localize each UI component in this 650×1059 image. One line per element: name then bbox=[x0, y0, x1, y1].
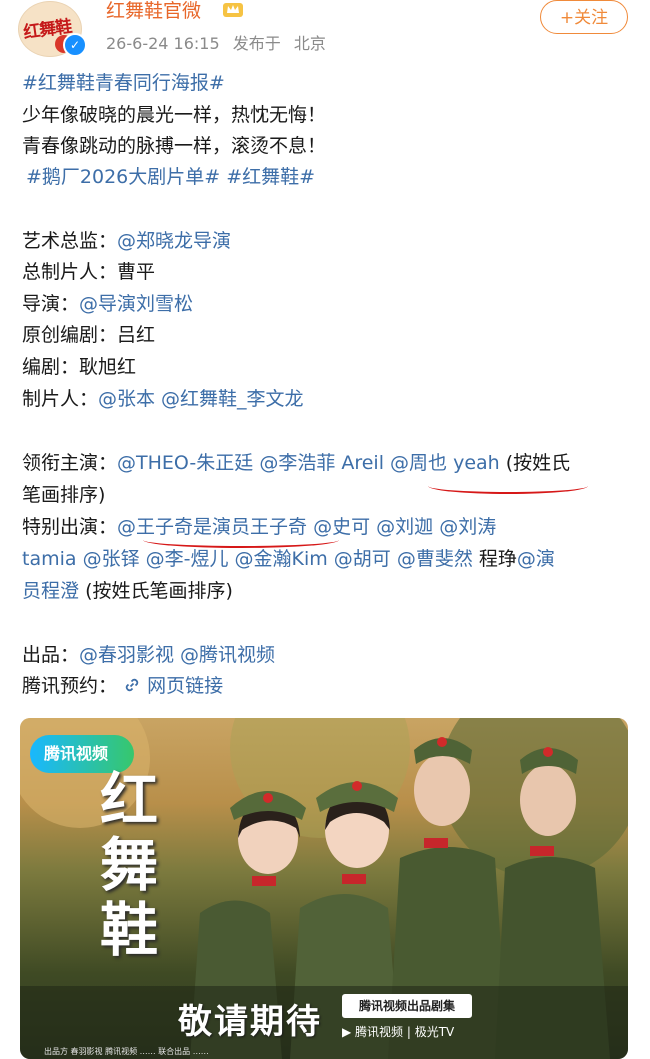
poster-app-logos: ▶ 腾讯视频 | 极光TV bbox=[342, 1025, 455, 1039]
account-name[interactable]: 红舞鞋官微 bbox=[106, 0, 201, 23]
credit-value: 吕红 bbox=[117, 324, 156, 346]
location-prefix: 发布于 bbox=[232, 34, 281, 53]
special-cast-row-3: 员程澄 (按姓氏笔画排序) bbox=[22, 576, 233, 607]
credit-row-producer: 总制片人：曹平 bbox=[22, 257, 155, 288]
post-header: 红舞鞋 ✓ 红舞鞋官微 26-6-24 16:15 发布于 北京 +关注 bbox=[0, 0, 650, 68]
credit-label: 编剧： bbox=[22, 356, 80, 378]
reserve-row: 腾讯预约： 网页链接 bbox=[22, 671, 223, 702]
web-link[interactable]: 网页链接 bbox=[147, 675, 223, 697]
hashtag-list-2026[interactable]: #鹅厂2026大剧片单# bbox=[26, 166, 220, 188]
mention-lihaofei[interactable]: @李浩菲 Areil bbox=[259, 452, 384, 474]
mention-liujia[interactable]: @刘迦 bbox=[376, 516, 433, 538]
post-timestamp: 26-6-24 16:15 bbox=[106, 34, 220, 53]
mention-zhouye[interactable]: @周也 yeah bbox=[390, 452, 500, 474]
credit-label: 艺术总监： bbox=[22, 230, 118, 252]
crown-icon bbox=[223, 3, 243, 17]
credit-label: 总制片人： bbox=[22, 261, 118, 283]
follow-button[interactable]: +关注 bbox=[540, 0, 628, 34]
poster-title-char-3: 鞋 bbox=[100, 896, 159, 964]
producer-links[interactable]: @春羽影视 @腾讯视频 bbox=[79, 644, 275, 666]
credit-row-screenwriter: 编剧：耿旭红 bbox=[22, 352, 136, 383]
credit-link[interactable]: @郑晓龙导演 bbox=[117, 230, 231, 252]
poster-badge: 腾讯视频出品剧集 bbox=[342, 994, 472, 1018]
credit-label: 导演： bbox=[22, 293, 80, 315]
mention-chengcheng-end[interactable]: 员程澄 bbox=[22, 580, 79, 602]
lead-note-line2: 笔画排序) bbox=[22, 484, 106, 506]
lead-cast-row: 领衔主演：@THEO-朱正廷 @李浩菲 Areil @周也 yeah (按姓氏 bbox=[22, 448, 570, 479]
link-icon[interactable] bbox=[123, 675, 147, 697]
post-location: 北京 bbox=[293, 34, 326, 53]
special-label: 特别出演： bbox=[22, 516, 118, 538]
credit-row-writer: 原创编剧：吕红 bbox=[22, 320, 155, 351]
lead-label: 领衔主演： bbox=[22, 452, 118, 474]
reserve-label: 腾讯预约： bbox=[22, 675, 118, 697]
mention-chengcheng-start[interactable]: @演 bbox=[517, 548, 555, 570]
credit-link[interactable]: @张本 @红舞鞋_李文龙 bbox=[98, 388, 304, 410]
poster-title-char-2: 舞 bbox=[100, 831, 159, 899]
post-line-1: 少年像破晓的晨光一样，热忱无悔！ bbox=[22, 104, 327, 126]
plain-name: 程琤 bbox=[478, 548, 517, 570]
special-note: (按姓氏笔画排序) bbox=[85, 580, 233, 602]
credit-label: 原创编剧： bbox=[22, 324, 118, 346]
hashtag-row: #鹅厂2026大剧片单# #红舞鞋# bbox=[26, 162, 315, 193]
poster-credits: 出品方 春羽影视 腾讯视频 …… 联合出品 …… bbox=[44, 1047, 209, 1056]
poster-title-char-1: 红 bbox=[100, 766, 159, 834]
post-meta: 26-6-24 16:15 发布于 北京 bbox=[106, 30, 334, 54]
credit-value: 曹平 bbox=[117, 261, 156, 283]
producer-row: 出品：@春羽影视 @腾讯视频 bbox=[22, 640, 275, 671]
special-cast-row-2: tamia @张铎 @李-煜儿 @金瀚Kim @胡可 @曹斐然 程琤@演 bbox=[22, 544, 555, 575]
mention-liutao[interactable]: @刘涛 bbox=[439, 516, 496, 538]
drama-poster-image[interactable]: 腾讯视频 红 舞 鞋 敬请期待 腾讯视频出品剧集 ▶ 腾讯视频 | 极光TV 出… bbox=[20, 718, 628, 1059]
mention-theo[interactable]: @THEO-朱正廷 bbox=[117, 452, 253, 474]
poster-title: 红 舞 鞋 bbox=[100, 768, 190, 963]
credit-label: 制片人： bbox=[22, 388, 99, 410]
credit-row-director: 艺术总监：@郑晓龙导演 bbox=[22, 226, 231, 257]
credit-link[interactable]: @导演刘雪松 bbox=[79, 293, 193, 315]
post-line-2: 青春像跳动的脉搏一样，滚烫不息！ bbox=[22, 135, 327, 157]
mention-list[interactable]: tamia @张铎 @李-煜儿 @金瀚Kim @胡可 @曹斐然 bbox=[22, 548, 473, 570]
lead-note: (按姓氏 bbox=[505, 452, 571, 474]
hashtag-hongwuxie[interactable]: #红舞鞋# bbox=[226, 166, 315, 188]
credit-row-exec-producer: 制片人：@张本 @红舞鞋_李文龙 bbox=[22, 384, 304, 415]
red-underline-zhouye bbox=[428, 478, 588, 494]
credit-row-dir: 导演：@导演刘雪松 bbox=[22, 289, 193, 320]
verified-badge-icon: ✓ bbox=[63, 33, 87, 57]
producer-label: 出品： bbox=[22, 644, 80, 666]
credit-value: 耿旭红 bbox=[79, 356, 137, 378]
hashtag-main[interactable]: #红舞鞋青春同行海报# bbox=[22, 68, 225, 99]
poster-tagline: 敬请期待 bbox=[178, 1002, 322, 1042]
